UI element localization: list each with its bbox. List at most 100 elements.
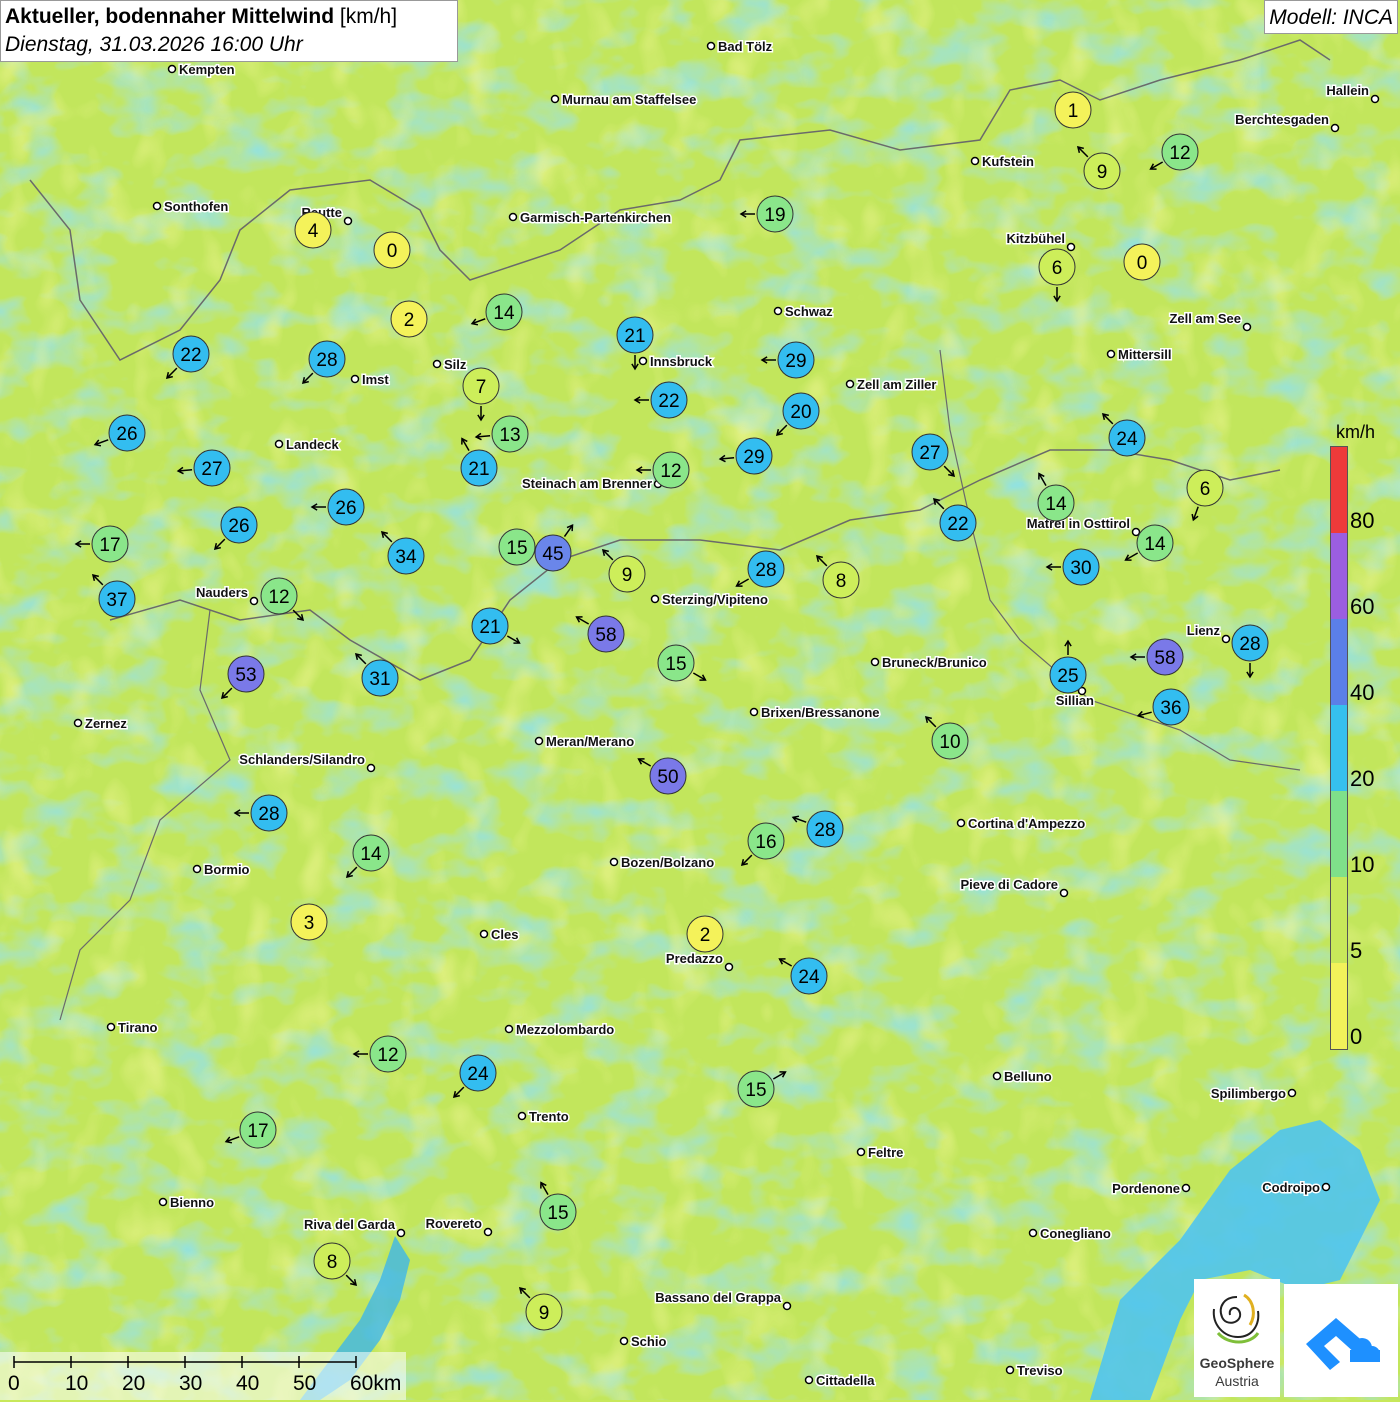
geosphere-logo[interactable]: GeoSphere Austria <box>1194 1279 1280 1397</box>
place-marker: Mittersill <box>1106 346 1173 364</box>
wind-speed-value: 6 <box>1200 479 1211 500</box>
wind-speed-value: 12 <box>660 461 681 482</box>
wind-speed-value: 9 <box>622 565 633 586</box>
place-dot <box>870 657 880 667</box>
legend-tick-label: 5 <box>1350 938 1363 963</box>
wind-speed-value: 12 <box>377 1045 398 1066</box>
wind-speed-value: 50 <box>657 767 678 788</box>
place-dot <box>432 359 442 369</box>
geosphere-country: Austria <box>1215 1373 1259 1389</box>
legend-color-bar <box>1330 446 1348 1050</box>
place-label: Cortina d'Ampezzo <box>968 816 1085 831</box>
place-marker: Sterzing/Vipiteno <box>650 591 769 609</box>
place-label: Tirano <box>118 1020 158 1035</box>
place-dot <box>152 201 162 211</box>
place-label: Bienno <box>170 1195 214 1210</box>
wind-station[interactable]: 15 <box>498 528 536 566</box>
wind-speed-value: 26 <box>116 424 137 445</box>
wind-speed-value: 29 <box>785 351 806 372</box>
legend-segment <box>1331 877 1347 963</box>
wind-speed-value: 9 <box>539 1303 550 1324</box>
wind-speed-value: 8 <box>836 571 847 592</box>
place-label: Cles <box>491 927 518 942</box>
app-logo-icon <box>1306 1318 1380 1370</box>
place-dot <box>609 857 619 867</box>
wind-speed-value: 22 <box>947 514 968 535</box>
wind-speed-value: 3 <box>304 913 315 934</box>
wind-speed-value: 58 <box>595 625 616 646</box>
scale-label: 30 <box>179 1372 203 1395</box>
geosphere-logo-icon <box>1212 1293 1260 1344</box>
place-dot <box>350 374 360 384</box>
scale-label: 0 <box>8 1372 20 1395</box>
place-label: Conegliano <box>1040 1226 1111 1241</box>
place-label: Riva del Garda <box>304 1217 396 1232</box>
wind-speed-value: 28 <box>316 350 337 371</box>
legend-segment <box>1331 791 1347 877</box>
place-label: Schlanders/Silandro <box>239 752 365 767</box>
wind-station[interactable]: 4 <box>294 211 332 249</box>
place-marker: Murnau am Staffelsee <box>550 91 698 109</box>
place-marker: Garmisch-Partenkirchen <box>508 209 673 227</box>
legend-tick-label: 40 <box>1350 680 1375 705</box>
wind-map[interactable]: Kempten Bad Tölz Murnau am Staffelsee Halle… <box>0 0 1400 1400</box>
place-marker: Codroipo <box>1261 1179 1331 1197</box>
place-dot <box>550 94 560 104</box>
place-label: Garmisch-Partenkirchen <box>520 210 671 225</box>
place-marker: Cittadella <box>804 1372 877 1390</box>
wind-speed-value: 8 <box>327 1252 338 1273</box>
wind-speed-value: 17 <box>99 535 120 556</box>
wind-station[interactable]: 0 <box>373 231 411 269</box>
scale-bar <box>0 1352 406 1400</box>
place-dot <box>782 1301 792 1311</box>
place-marker: Innsbruck <box>638 353 714 371</box>
place-dot <box>192 864 202 874</box>
legend-segment <box>1331 533 1347 619</box>
wind-station[interactable]: 3 <box>290 903 328 941</box>
app-logo[interactable] <box>1284 1284 1398 1397</box>
wind-speed-value: 24 <box>1116 429 1138 450</box>
place-marker: Landeck <box>274 436 341 454</box>
place-dot <box>773 306 783 316</box>
place-label: Schio <box>631 1334 666 1349</box>
wind-speed-value: 58 <box>1154 648 1175 669</box>
wind-speed-value: 45 <box>542 544 563 565</box>
place-label: Bassano del Grappa <box>655 1290 781 1305</box>
place-dot <box>1287 1088 1297 1098</box>
place-dot <box>1221 634 1231 644</box>
place-label: Kitzbühel <box>1007 231 1066 246</box>
legend-tick-label: 10 <box>1350 852 1375 877</box>
wind-speed-value: 2 <box>700 925 711 946</box>
title-main: Aktueller, bodennaher Mittelwind <box>5 5 335 28</box>
wind-speed-value: 34 <box>395 547 417 568</box>
wind-speed-value: 1 <box>1068 101 1079 122</box>
place-label: Berchtesgaden <box>1235 112 1329 127</box>
place-dot <box>1059 888 1069 898</box>
place-marker: Bruneck/Brunico <box>870 654 988 672</box>
place-marker: Conegliano <box>1028 1225 1112 1243</box>
wind-speed-value: 14 <box>1144 534 1166 555</box>
legend-tick-label: 20 <box>1350 766 1375 791</box>
wind-speed-value: 14 <box>1045 494 1067 515</box>
place-marker: Bad Tölz <box>706 38 774 56</box>
place-label: Brixen/Bressanone <box>761 705 880 720</box>
place-dot <box>1330 123 1340 133</box>
wind-speed-value: 19 <box>764 205 785 226</box>
place-marker: Bozen/Bolzano <box>609 854 716 872</box>
place-dot <box>396 1228 406 1238</box>
wind-speed-value: 29 <box>743 447 764 468</box>
wind-speed-value: 27 <box>919 443 940 464</box>
wind-speed-value: 15 <box>665 654 686 675</box>
place-dot <box>1181 1183 1191 1193</box>
wind-station[interactable]: 1 <box>1054 91 1092 129</box>
place-label: Bormio <box>204 862 250 877</box>
place-marker: Spilimbergo <box>1209 1085 1297 1103</box>
place-dot <box>1028 1228 1038 1238</box>
wind-station[interactable]: 2 <box>390 300 428 338</box>
wind-station[interactable]: 0 <box>1123 243 1161 281</box>
scale-label: 20 <box>122 1372 146 1395</box>
place-label: Landeck <box>286 437 340 452</box>
place-label: Nauders <box>196 585 248 600</box>
wind-speed-value: 16 <box>755 832 776 853</box>
wind-station[interactable]: 2 <box>686 915 724 953</box>
